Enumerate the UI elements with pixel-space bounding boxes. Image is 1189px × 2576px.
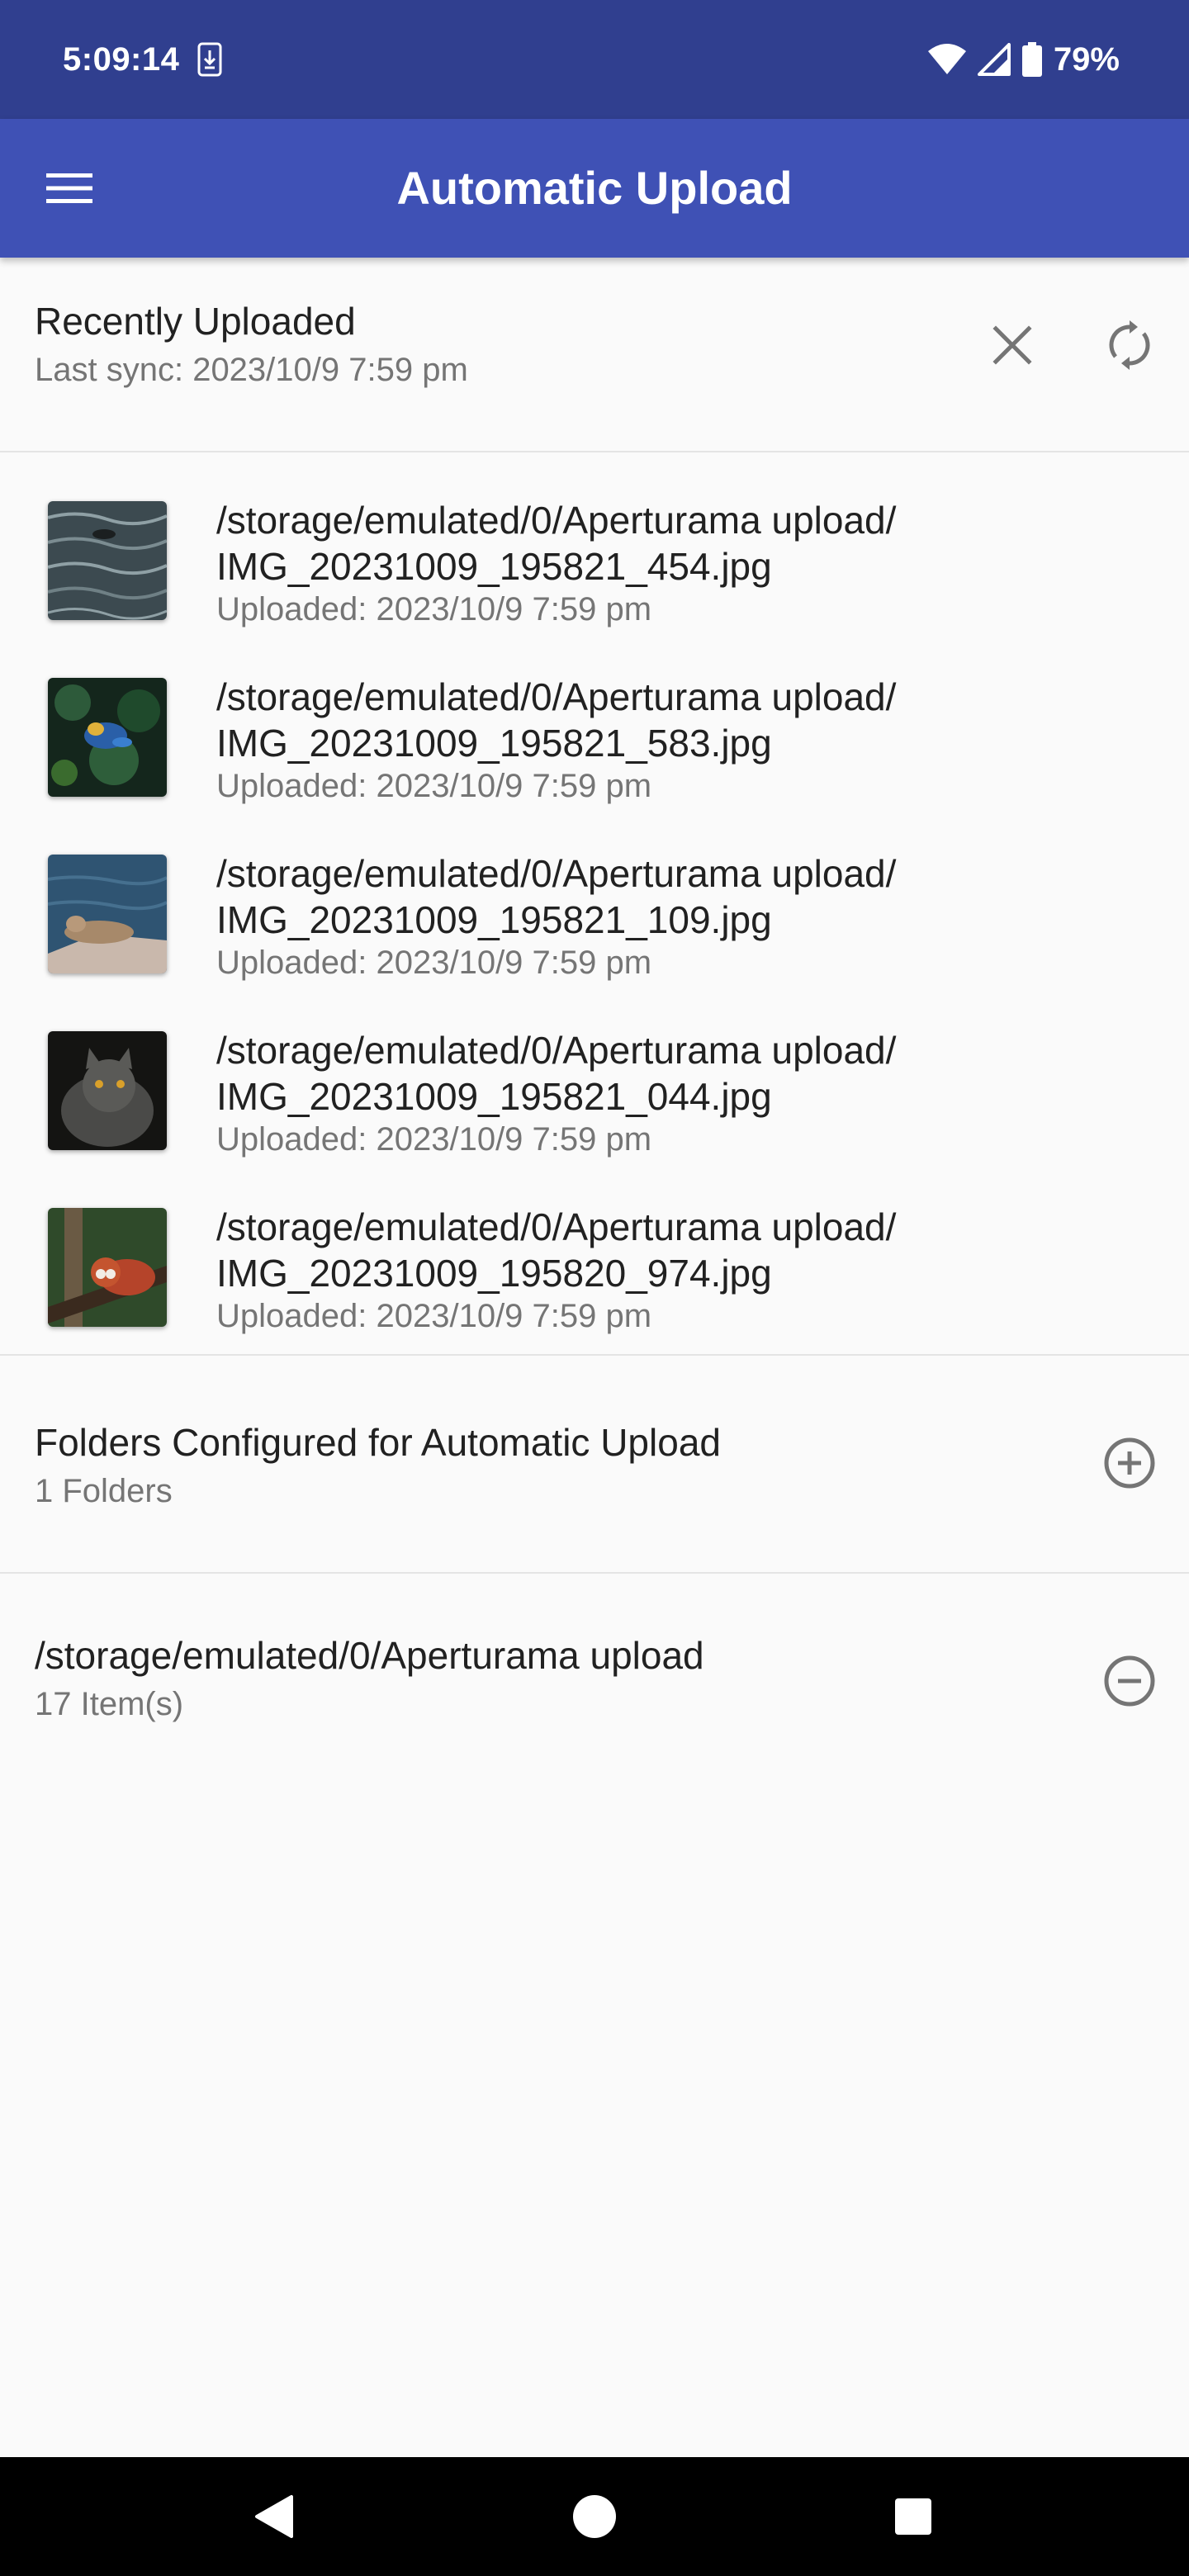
cell-signal-icon [977, 43, 1011, 76]
upload-path: /storage/emulated/0/Aperturama upload/ I… [216, 497, 1141, 590]
upload-path: /storage/emulated/0/Aperturama upload/ I… [216, 1204, 1141, 1296]
battery-icon [1021, 42, 1042, 77]
folder-item-count: 17 Item(s) [35, 1686, 184, 1722]
folders-title: Folders Configured for Automatic Upload [35, 1421, 721, 1464]
screen: 5:09:14 79% Automatic Upload Recently Up… [0, 0, 1189, 2576]
recents-icon [895, 2498, 931, 2535]
wifi-icon [927, 44, 966, 74]
upload-date: Uploaded: 2023/10/9 7:59 pm [216, 591, 652, 627]
download-notification-icon [197, 42, 222, 77]
upload-path-line1: /storage/emulated/0/Aperturama upload/ [216, 1205, 897, 1248]
upload-list-item[interactable]: /storage/emulated/0/Aperturama upload/ I… [0, 454, 1189, 631]
recents-button[interactable] [872, 2475, 955, 2558]
folders-count: 1 Folders [35, 1473, 173, 1509]
battery-percent: 79% [1053, 40, 1120, 78]
upload-path: /storage/emulated/0/Aperturama upload/ I… [216, 674, 1141, 766]
remove-circle-icon [1104, 1655, 1155, 1707]
upload-filename: IMG_20231009_195821_044.jpg [216, 1075, 772, 1118]
home-button[interactable] [553, 2475, 636, 2558]
status-time: 5:09:14 [63, 40, 180, 78]
sea-lion-on-rock-image [48, 855, 167, 973]
thumbnail-image [48, 501, 167, 620]
upload-date: Uploaded: 2023/10/9 7:59 pm [216, 945, 652, 981]
upload-filename: IMG_20231009_195821_454.jpg [216, 545, 772, 588]
close-icon [992, 325, 1032, 365]
folder-list-item[interactable]: /storage/emulated/0/Aperturama upload 17… [0, 1575, 1189, 1740]
upload-list: /storage/emulated/0/Aperturama upload/ I… [0, 454, 1189, 1356]
upload-filename: IMG_20231009_195821_109.jpg [216, 898, 772, 941]
add-circle-icon [1104, 1437, 1155, 1489]
hamburger-menu-icon [46, 173, 92, 203]
thumbnail-image [48, 1031, 167, 1150]
upload-list-item[interactable]: /storage/emulated/0/Aperturama upload/ I… [0, 984, 1189, 1161]
upload-list-item[interactable]: /storage/emulated/0/Aperturama upload/ I… [0, 807, 1189, 984]
upload-path-line1: /storage/emulated/0/Aperturama upload/ [216, 852, 897, 895]
red-panda-on-branch-image [48, 1208, 167, 1327]
upload-date: Uploaded: 2023/10/9 7:59 pm [216, 1298, 652, 1334]
status-right: 79% [927, 40, 1120, 78]
upload-path: /storage/emulated/0/Aperturama upload/ I… [216, 1027, 1141, 1120]
app-bar: Automatic Upload [0, 119, 1189, 258]
upload-date: Uploaded: 2023/10/9 7:59 pm [216, 768, 652, 804]
folder-path: /storage/emulated/0/Aperturama upload [35, 1634, 704, 1677]
upload-list-item[interactable]: /storage/emulated/0/Aperturama upload/ I… [0, 631, 1189, 807]
upload-path-line1: /storage/emulated/0/Aperturama upload/ [216, 1029, 897, 1072]
upload-path: /storage/emulated/0/Aperturama upload/ I… [216, 850, 1141, 943]
sync-button[interactable] [1090, 305, 1169, 385]
grey-cat-image [48, 1031, 167, 1150]
upload-path-line1: /storage/emulated/0/Aperturama upload/ [216, 675, 897, 718]
upload-path-line1: /storage/emulated/0/Aperturama upload/ [216, 499, 897, 542]
back-icon [255, 2495, 293, 2538]
recently-uploaded-title: Recently Uploaded [35, 300, 356, 343]
upload-filename: IMG_20231009_195820_974.jpg [216, 1252, 772, 1295]
clear-recent-button[interactable] [973, 305, 1052, 385]
thumbnail-image [48, 855, 167, 973]
folders-header: Folders Configured for Automatic Upload … [0, 1357, 1189, 1574]
app-title: Automatic Upload [396, 162, 793, 214]
upload-list-item[interactable]: /storage/emulated/0/Aperturama upload/ I… [0, 1161, 1189, 1338]
status-bar: 5:09:14 79% [0, 0, 1189, 119]
upload-filename: IMG_20231009_195821_583.jpg [216, 722, 772, 765]
sync-icon [1109, 320, 1150, 370]
navigation-bar [0, 2457, 1189, 2576]
menu-button[interactable] [35, 154, 104, 223]
remove-folder-button[interactable] [1090, 1641, 1169, 1721]
status-left: 5:09:14 [63, 41, 222, 78]
upload-date: Uploaded: 2023/10/9 7:59 pm [216, 1121, 652, 1158]
thumbnail-image [48, 678, 167, 797]
colorful-bird-foliage-image [48, 678, 167, 797]
last-sync-text: Last sync: 2023/10/9 7:59 pm [35, 352, 468, 388]
add-folder-button[interactable] [1090, 1423, 1169, 1503]
back-button[interactable] [233, 2475, 315, 2558]
thumbnail-image [48, 1208, 167, 1327]
duck-on-water-image [48, 501, 167, 620]
home-icon [573, 2495, 616, 2538]
